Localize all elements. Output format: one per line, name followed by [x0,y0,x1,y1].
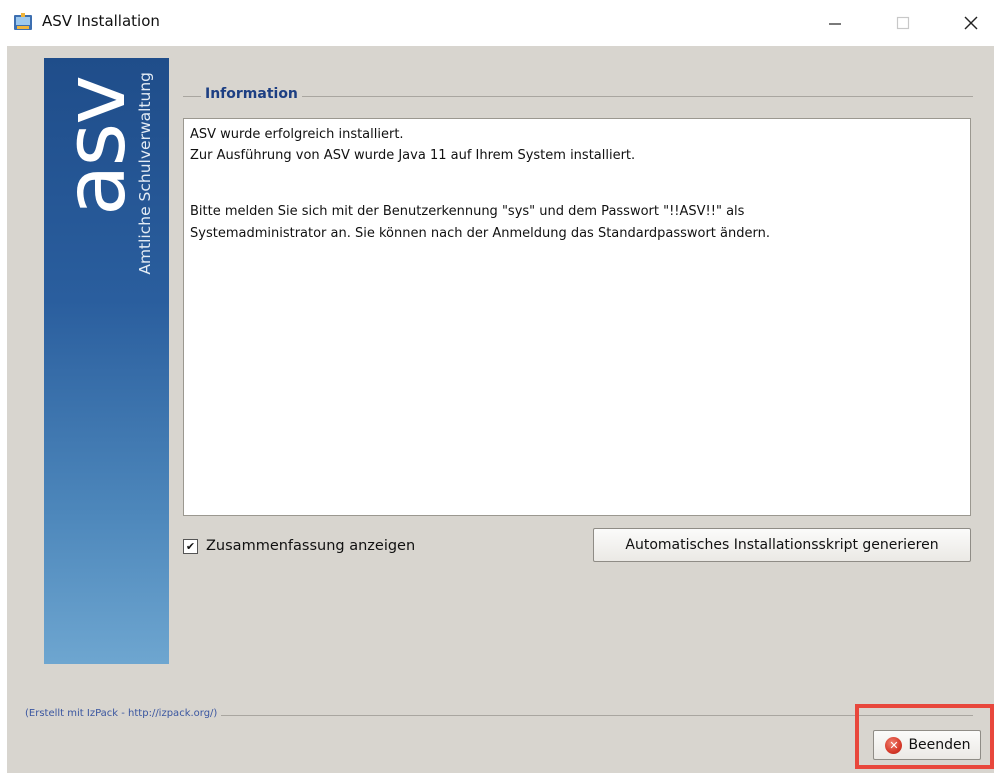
show-summary-option[interactable]: ✔ Zusammenfassung anzeigen [183,536,415,556]
minimize-icon [829,23,841,25]
info-line: Zur Ausführung von ASV wurde Java 11 auf… [190,148,636,163]
title-bar: ASV Installation [0,0,994,46]
show-summary-checkbox[interactable]: ✔ [183,538,198,554]
minimize-button[interactable] [812,8,858,38]
close-circle-icon: ✕ [885,736,903,754]
show-summary-label: Zusammenfassung anzeigen [206,538,416,554]
asv-logo-text: asv [46,77,136,216]
quit-button-label: Beenden [908,737,971,753]
info-line: Systemadministrator an. Sie können nach … [190,226,770,241]
installer-window: ASV Installation asv Amtliche Schulverwa… [0,0,994,773]
window-title: ASV Installation [42,12,160,30]
izpack-credit: (Erstellt mit IzPack - http://izpack.org… [25,708,222,719]
installer-content: asv Amtliche Schulverwaltung Information… [7,46,994,773]
installer-app-icon [14,13,32,30]
asv-logo: asv [46,77,136,216]
info-line: ASV wurde erfolgreich installiert. [190,127,404,142]
info-group-title: Information [201,86,302,102]
maximize-button[interactable] [880,8,926,38]
generate-install-script-button[interactable]: Automatisches Installationsskript generi… [593,528,971,562]
close-button[interactable] [948,8,994,38]
info-text-area[interactable]: ASV wurde erfolgreich installiert. Zur A… [183,118,971,516]
banner-subtitle: Amtliche Schulverwaltung [136,72,154,275]
info-line: Bitte melden Sie sich mit der Benutzerke… [190,204,745,219]
maximize-icon [896,16,910,30]
asv-side-banner: asv Amtliche Schulverwaltung [44,58,169,664]
close-icon [964,16,978,30]
quit-button[interactable]: ✕ Beenden [873,730,981,760]
banner-subtitle-wrap: Amtliche Schulverwaltung [136,72,162,352]
